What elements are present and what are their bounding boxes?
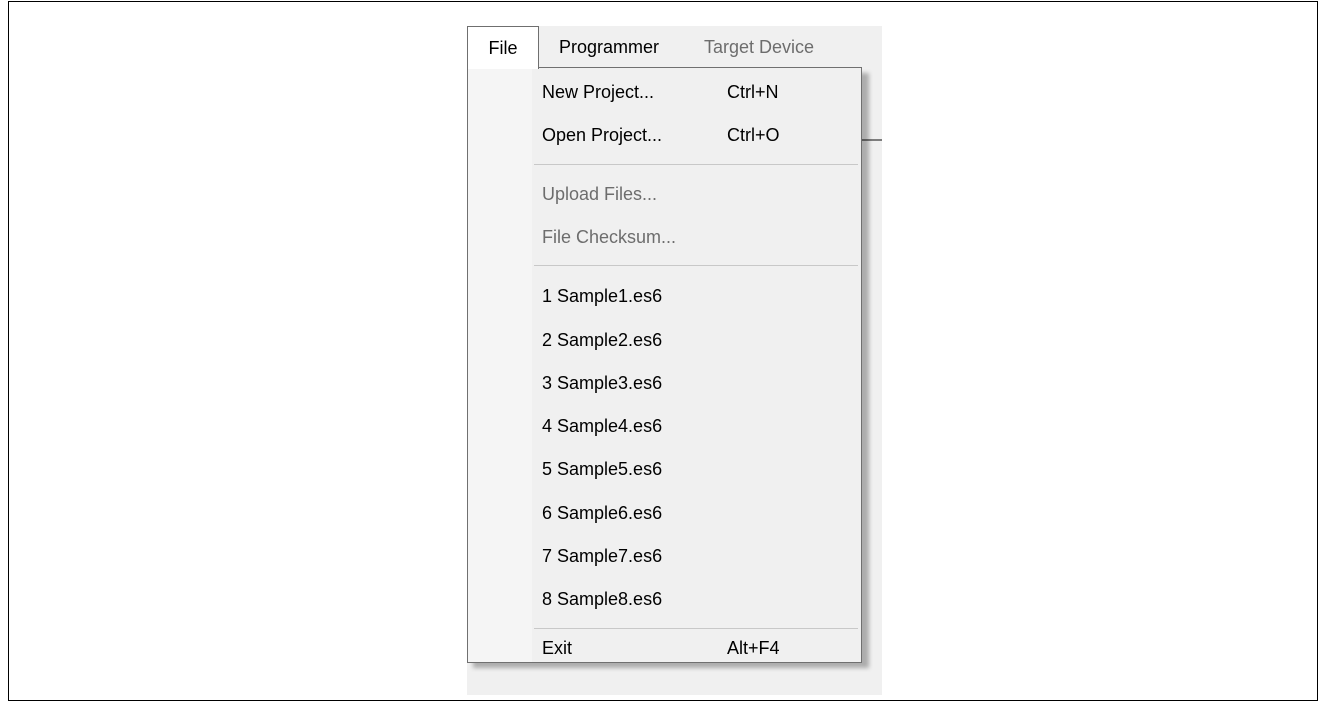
menu-item-new-project[interactable]: New Project... Ctrl+N — [468, 72, 861, 112]
menu-item-label: Exit — [542, 638, 573, 658]
menu-item-recent-file[interactable]: 7 Sample7.es6 — [468, 536, 861, 576]
figure-frame: File Programmer Target Device New Projec… — [8, 1, 1318, 701]
menu-item-label: 5 Sample5.es6 — [542, 459, 663, 479]
menu-item-recent-file[interactable]: 5 Sample5.es6 — [468, 449, 861, 489]
menu-item-label: 6 Sample6.es6 — [542, 503, 663, 523]
menu-item-recent-file[interactable]: 2 Sample2.es6 — [468, 320, 861, 360]
menu-item-shortcut: Ctrl+N — [727, 82, 779, 102]
menu-bar: File Programmer Target Device — [467, 26, 882, 69]
menu-item-open-project[interactable]: Open Project... Ctrl+O — [468, 115, 861, 155]
menu-item-label: 4 Sample4.es6 — [542, 416, 663, 436]
menu-item-label: 8 Sample8.es6 — [542, 589, 663, 609]
menu-item-label: Open Project... — [542, 125, 663, 145]
menu-item-shortcut: Ctrl+O — [727, 125, 780, 145]
menu-item-exit[interactable]: Exit Alt+F4 — [468, 634, 861, 662]
menu-item-label: New Project... — [542, 82, 655, 102]
menu-separator — [534, 164, 858, 165]
menu-separator — [534, 265, 858, 266]
menu-item-recent-file[interactable]: 6 Sample6.es6 — [468, 493, 861, 533]
menu-item-label: Upload Files... — [542, 184, 658, 204]
file-menu-dropdown: New Project... Ctrl+N Open Project... Ct… — [467, 67, 862, 663]
menu-item-recent-file[interactable]: 3 Sample3.es6 — [468, 363, 861, 403]
menu-separator — [534, 628, 858, 629]
menu-item-label: File Checksum... — [542, 227, 677, 247]
menu-item-label: 1 Sample1.es6 — [542, 286, 663, 306]
menu-item-recent-file[interactable]: 1 Sample1.es6 — [468, 276, 861, 316]
menu-item-recent-file[interactable]: 8 Sample8.es6 — [468, 579, 861, 619]
menu-item-label: 2 Sample2.es6 — [542, 330, 663, 350]
menu-item-file-checksum[interactable]: File Checksum... — [468, 217, 861, 257]
menu-item-label: 7 Sample7.es6 — [542, 546, 663, 566]
menu-item-label: 3 Sample3.es6 — [542, 373, 663, 393]
menubar-file[interactable]: File — [467, 26, 539, 69]
menu-item-shortcut: Alt+F4 — [727, 638, 780, 658]
application-screenshot: File Programmer Target Device New Projec… — [467, 26, 882, 695]
menubar-target-device[interactable]: Target Device — [704, 26, 814, 68]
menu-item-recent-file[interactable]: 4 Sample4.es6 — [468, 406, 861, 446]
menubar-programmer[interactable]: Programmer — [559, 26, 659, 68]
menu-item-upload-files[interactable]: Upload Files... — [468, 174, 861, 214]
